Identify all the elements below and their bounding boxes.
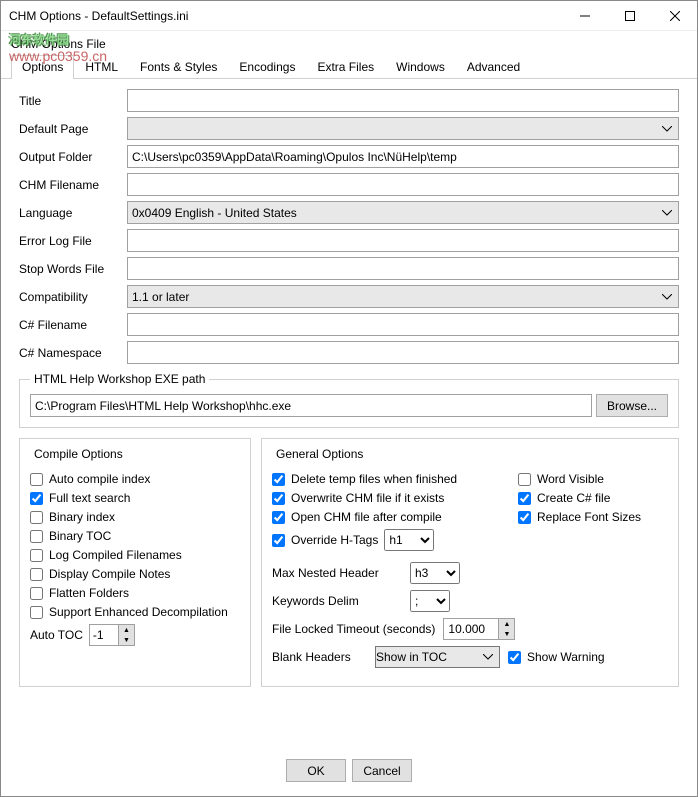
binidx-checkbox[interactable] [30,511,43,524]
overrideh-checkbox[interactable] [272,534,285,547]
chmfile-input[interactable] [127,173,679,196]
errlog-input[interactable] [127,229,679,252]
exepath-legend: HTML Help Workshop EXE path [30,372,209,386]
outfolder-input[interactable] [127,145,679,168]
blankhdr-select[interactable]: Show in TOC [375,646,500,668]
maximize-button[interactable] [607,1,652,30]
overrideh-select[interactable]: h1 [384,529,434,551]
overwrite-checkbox[interactable] [272,492,285,505]
createcs-checkbox[interactable] [518,492,531,505]
maxnest-label: Max Nested Header [272,566,402,580]
bintoc-checkbox[interactable] [30,530,43,543]
filelock-label: File Locked Timeout (seconds) [272,622,435,636]
errlog-label: Error Log File [19,234,127,248]
lang-select[interactable]: 0x0409 English - United States [127,201,679,224]
compile-options-group: Compile Options Auto compile index Full … [19,438,251,687]
compile-legend: Compile Options [30,447,127,461]
autotoc-input[interactable] [89,624,119,646]
replfont-checkbox[interactable] [518,511,531,524]
titlebar: CHM Options - DefaultSettings.ini [1,1,697,31]
tab-options[interactable]: Options [11,55,74,79]
autocompile-checkbox[interactable] [30,473,43,486]
fulltext-checkbox[interactable] [30,492,43,505]
window-title: CHM Options - DefaultSettings.ini [9,9,562,23]
dispnotes-checkbox[interactable] [30,568,43,581]
showwarn-checkbox[interactable] [508,651,521,664]
ok-button[interactable]: OK [286,759,346,782]
defpage-select[interactable] [127,117,679,140]
tab-extrafiles[interactable]: Extra Files [306,55,385,79]
stopwords-input[interactable] [127,257,679,280]
maxnest-select[interactable]: h3 [410,562,460,584]
compat-select[interactable]: 1.1 or later [127,285,679,308]
tab-html[interactable]: HTML [74,55,129,79]
outfolder-label: Output Folder [19,150,127,164]
chmfile-label: CHM Filename [19,178,127,192]
filelock-down[interactable]: ▼ [499,629,514,639]
filelock-input[interactable] [443,618,499,640]
minimize-button[interactable] [562,1,607,30]
browse-button[interactable]: Browse... [596,394,668,417]
general-options-group: General Options Delete temp files when f… [261,438,679,687]
stopwords-label: Stop Words File [19,262,127,276]
tab-bar: Options HTML Fonts & Styles Encodings Ex… [1,55,697,79]
general-legend: General Options [272,447,367,461]
title-input[interactable] [127,89,679,112]
csfile-label: C# Filename [19,318,127,332]
close-button[interactable] [652,1,697,30]
tab-encodings[interactable]: Encodings [228,55,306,79]
blankhdr-label: Blank Headers [272,650,367,664]
filelock-up[interactable]: ▲ [499,619,514,629]
title-label: Title [19,94,127,108]
cancel-button[interactable]: Cancel [352,759,412,782]
exepath-group: HTML Help Workshop EXE path Browse... [19,372,679,428]
autotoc-down[interactable]: ▼ [119,635,134,645]
subtitle: CHM Options File [1,31,697,55]
flatten-checkbox[interactable] [30,587,43,600]
openchm-checkbox[interactable] [272,511,285,524]
kwdelim-label: Keywords Delim [272,594,402,608]
kwdelim-select[interactable]: ; [410,590,450,612]
compat-label: Compatibility [19,290,127,304]
wordvis-checkbox[interactable] [518,473,531,486]
csns-label: C# Namespace [19,346,127,360]
autotoc-up[interactable]: ▲ [119,625,134,635]
csfile-input[interactable] [127,313,679,336]
lang-label: Language [19,206,127,220]
enhdecomp-checkbox[interactable] [30,606,43,619]
csns-input[interactable] [127,341,679,364]
deltemp-checkbox[interactable] [272,473,285,486]
tab-advanced[interactable]: Advanced [456,55,531,79]
exepath-input[interactable] [30,394,592,417]
tab-fonts[interactable]: Fonts & Styles [129,55,228,79]
autotoc-label: Auto TOC [30,628,83,642]
logfn-checkbox[interactable] [30,549,43,562]
defpage-label: Default Page [19,122,127,136]
tab-windows[interactable]: Windows [385,55,456,79]
